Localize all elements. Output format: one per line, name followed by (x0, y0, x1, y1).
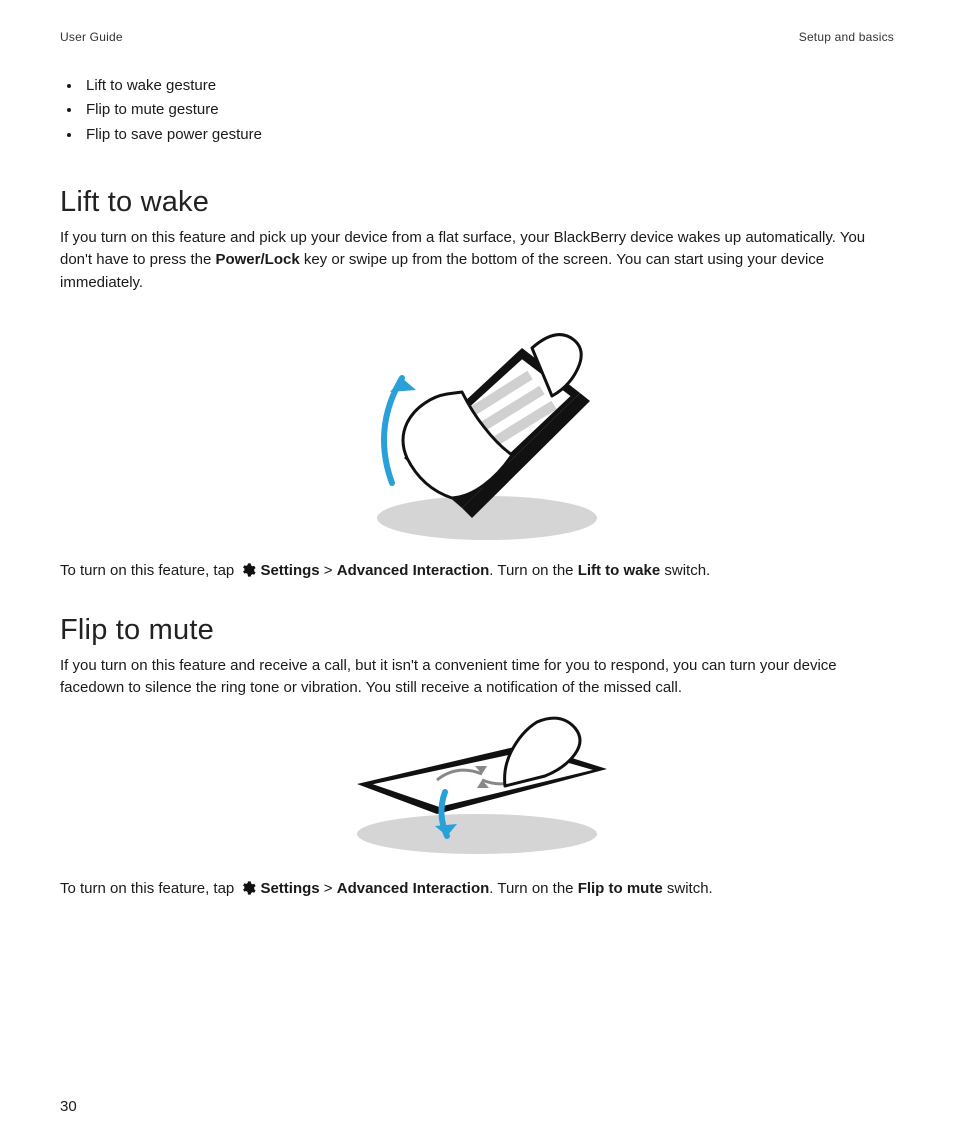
lift-to-wake-instruction: To turn on this feature, tap Settings > … (60, 560, 894, 586)
text: > (320, 562, 337, 579)
settings-bold: Settings (260, 562, 319, 579)
lift-to-wake-heading: Lift to wake (60, 186, 894, 219)
running-head-left: User Guide (60, 30, 123, 44)
text: . Turn on the (489, 880, 577, 897)
switch-name-bold: Flip to mute (578, 880, 663, 897)
flip-to-mute-illustration (327, 714, 627, 864)
advanced-interaction-bold: Advanced Interaction (337, 562, 490, 579)
flip-to-mute-heading: Flip to mute (60, 614, 894, 647)
lift-to-wake-illustration (332, 308, 622, 546)
power-lock-bold: Power/Lock (215, 251, 299, 268)
flip-to-mute-paragraph: If you turn on this feature and receive … (60, 655, 894, 700)
text: switch. (660, 562, 710, 579)
running-head: User Guide Setup and basics (60, 30, 894, 44)
gesture-bullets: Lift to wake gesture Flip to mute gestur… (60, 74, 894, 146)
gear-icon (240, 562, 256, 586)
running-head-right: Setup and basics (799, 30, 894, 44)
settings-bold: Settings (260, 880, 319, 897)
text: . Turn on the (489, 562, 577, 579)
list-item: Lift to wake gesture (82, 74, 894, 97)
advanced-interaction-bold: Advanced Interaction (337, 880, 490, 897)
list-item: Flip to save power gesture (82, 123, 894, 146)
lift-to-wake-figure (60, 308, 894, 546)
text: To turn on this feature, tap (60, 880, 238, 897)
flip-to-mute-instruction: To turn on this feature, tap Settings > … (60, 878, 894, 904)
switch-name-bold: Lift to wake (578, 562, 661, 579)
list-item: Flip to mute gesture (82, 98, 894, 121)
page-number: 30 (60, 1098, 77, 1115)
gear-icon (240, 880, 256, 904)
text: > (320, 880, 337, 897)
lift-to-wake-paragraph: If you turn on this feature and pick up … (60, 227, 894, 295)
flip-to-mute-figure (60, 714, 894, 864)
text: To turn on this feature, tap (60, 562, 238, 579)
text: switch. (663, 880, 713, 897)
